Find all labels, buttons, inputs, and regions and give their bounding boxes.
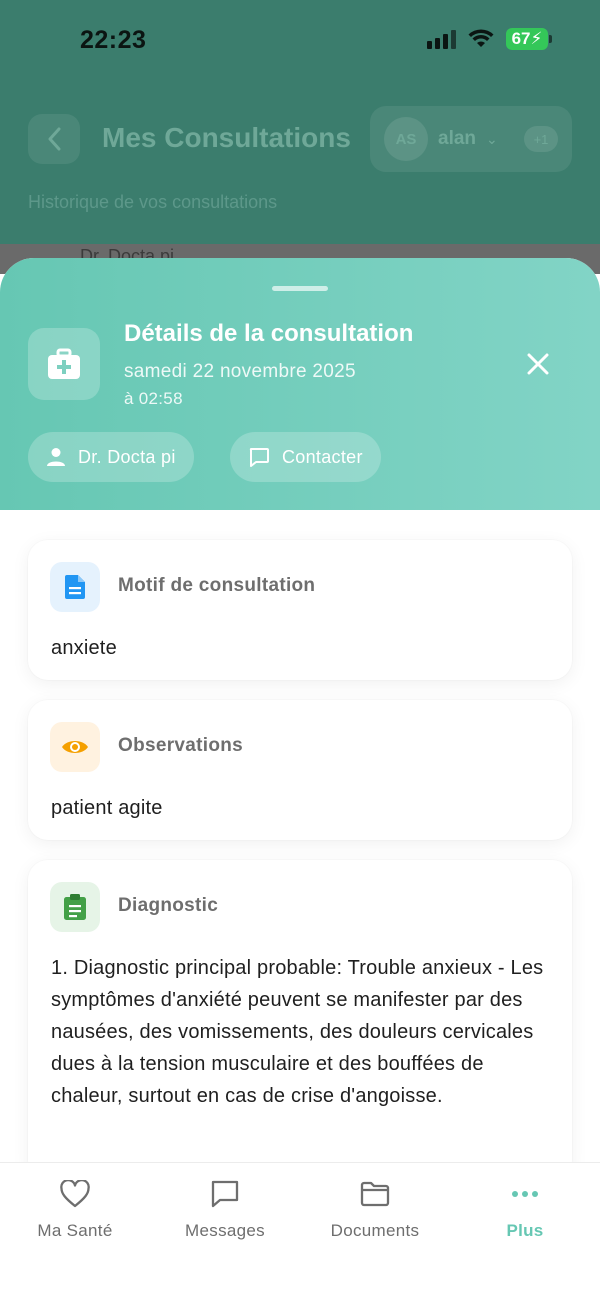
document-icon <box>50 562 100 612</box>
heart-icon <box>60 1177 90 1211</box>
consultation-date: samedi 22 novembre 2025 <box>124 361 356 382</box>
status-bar: 22:23 67 ⚡ <box>0 0 600 84</box>
nav-ma-sante[interactable]: Ma Santé <box>0 1177 150 1241</box>
chat-icon <box>210 1177 240 1211</box>
back-button[interactable] <box>28 114 80 164</box>
nav-messages[interactable]: Messages <box>150 1177 300 1241</box>
contact-button[interactable]: Contacter <box>230 432 381 482</box>
chevron-down-icon: ⌄ <box>486 130 498 147</box>
nav-plus[interactable]: Plus <box>450 1177 600 1241</box>
wifi-icon <box>468 29 494 49</box>
battery-icon: 67 ⚡ <box>506 28 552 50</box>
motif-value: anxiete <box>51 637 117 659</box>
background-page: 22:23 67 ⚡ Mes Consultations AS alan ⌄ +1… <box>0 0 600 270</box>
consultation-time: à 02:58 <box>124 389 183 408</box>
close-button[interactable] <box>518 344 558 384</box>
nav-label: Documents <box>330 1221 420 1240</box>
observations-title: Observations <box>118 735 244 756</box>
observations-card: Observations patient agite <box>28 700 572 840</box>
nav-label: Ma Santé <box>37 1221 113 1240</box>
consultation-details-sheet: Détails de la consultation samedi 22 nov… <box>0 258 600 1300</box>
avatar: AS <box>384 117 428 161</box>
account-name: alan <box>438 128 477 149</box>
status-time: 22:23 <box>80 26 147 54</box>
observations-value: patient agite <box>51 797 163 819</box>
signal-icon <box>427 29 456 49</box>
motif-title: Motif de consultation <box>118 575 316 596</box>
medical-kit-icon <box>28 328 100 400</box>
close-icon <box>527 353 549 375</box>
diagnostic-value: 1. Diagnostic principal probable: Troubl… <box>51 957 544 1107</box>
page-subtitle: Historique de vos consultations <box>28 192 278 212</box>
sheet-title: Détails de la consultation <box>124 320 414 347</box>
page-title: Mes Consultations <box>102 122 351 153</box>
folder-icon <box>360 1177 390 1211</box>
status-indicators: 67 ⚡ <box>427 28 552 50</box>
motif-card: Motif de consultation anxiete <box>28 540 572 680</box>
chevron-left-icon <box>48 127 61 151</box>
nav-label: Messages <box>185 1221 265 1240</box>
bottom-navigation: Ma Santé Messages Documents Plus <box>0 1162 600 1300</box>
clipboard-icon <box>50 882 100 932</box>
contact-button-label: Contacter <box>282 446 363 467</box>
background-header: Mes Consultations AS alan ⌄ +1 <box>0 100 600 180</box>
eye-icon <box>50 722 100 772</box>
doctor-chip-label: Dr. Docta pi <box>78 446 176 467</box>
account-switcher[interactable]: AS alan ⌄ +1 <box>370 106 572 172</box>
doctor-chip[interactable]: Dr. Docta pi <box>28 432 194 482</box>
nav-documents[interactable]: Documents <box>300 1177 450 1241</box>
account-count-badge: +1 <box>524 126 558 152</box>
message-icon <box>249 448 269 467</box>
sheet-header: Détails de la consultation samedi 22 nov… <box>0 258 600 510</box>
battery-level: 67 <box>511 29 531 48</box>
drag-handle[interactable] <box>272 286 328 291</box>
nav-label: Plus <box>506 1221 544 1240</box>
diagnostic-card: Diagnostic 1. Diagnostic principal proba… <box>28 860 572 1180</box>
person-icon <box>47 448 65 466</box>
more-icon <box>510 1177 540 1211</box>
diagnostic-title: Diagnostic <box>118 895 219 916</box>
